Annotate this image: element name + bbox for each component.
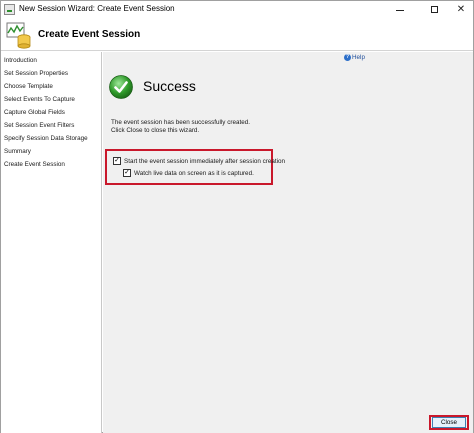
close-window-button[interactable]: ✕ bbox=[447, 1, 474, 19]
close-instruction: Click Close to close this wizard. bbox=[111, 127, 200, 134]
sidebar-item-create-event-session[interactable]: Create Event Session bbox=[4, 161, 65, 168]
wizard-header: Create Event Session bbox=[1, 19, 473, 51]
wizard-content-pane bbox=[103, 52, 473, 413]
minimize-button[interactable] bbox=[387, 1, 415, 19]
sidebar-item-summary[interactable]: Summary bbox=[4, 148, 31, 155]
wizard-window: New Session Wizard: Create Event Session… bbox=[0, 0, 474, 433]
wizard-steps-sidebar: Introduction Set Session Properties Choo… bbox=[1, 52, 102, 433]
maximize-button[interactable] bbox=[421, 1, 449, 19]
start-session-label[interactable]: Start the event session immediately afte… bbox=[124, 158, 285, 165]
close-button[interactable]: Close bbox=[432, 417, 466, 428]
title-bar: New Session Wizard: Create Event Session… bbox=[1, 1, 473, 19]
watch-live-data-label[interactable]: Watch live data on screen as it is captu… bbox=[134, 170, 254, 177]
start-session-checkbox[interactable]: ✓ bbox=[113, 157, 121, 165]
success-check-icon bbox=[109, 75, 133, 99]
wizard-footer bbox=[103, 413, 473, 433]
sidebar-item-set-session-properties[interactable]: Set Session Properties bbox=[4, 70, 68, 77]
event-session-icon bbox=[6, 22, 31, 49]
sidebar-item-specify-data-storage[interactable]: Specify Session Data Storage bbox=[4, 135, 88, 142]
options-highlight-box bbox=[105, 149, 273, 185]
close-icon: ✕ bbox=[456, 4, 466, 15]
page-title: Create Event Session bbox=[38, 29, 141, 40]
sidebar-item-introduction[interactable]: Introduction bbox=[4, 57, 37, 64]
sidebar-item-choose-template[interactable]: Choose Template bbox=[4, 83, 53, 90]
success-message: The event session has been successfully … bbox=[111, 119, 250, 126]
watch-live-data-checkbox[interactable]: ✓ bbox=[123, 169, 131, 177]
sidebar-item-set-session-event-filters[interactable]: Set Session Event Filters bbox=[4, 122, 74, 129]
window-title: New Session Wizard: Create Event Session bbox=[19, 4, 175, 13]
sidebar-item-select-events[interactable]: Select Events To Capture bbox=[4, 96, 75, 103]
app-icon bbox=[4, 4, 15, 15]
maximize-icon bbox=[431, 6, 438, 13]
minimize-icon bbox=[396, 10, 404, 11]
help-icon[interactable]: ? bbox=[344, 54, 351, 61]
sidebar-item-capture-global-fields[interactable]: Capture Global Fields bbox=[4, 109, 65, 116]
success-heading: Success bbox=[143, 78, 196, 94]
help-link[interactable]: Help bbox=[352, 54, 365, 61]
